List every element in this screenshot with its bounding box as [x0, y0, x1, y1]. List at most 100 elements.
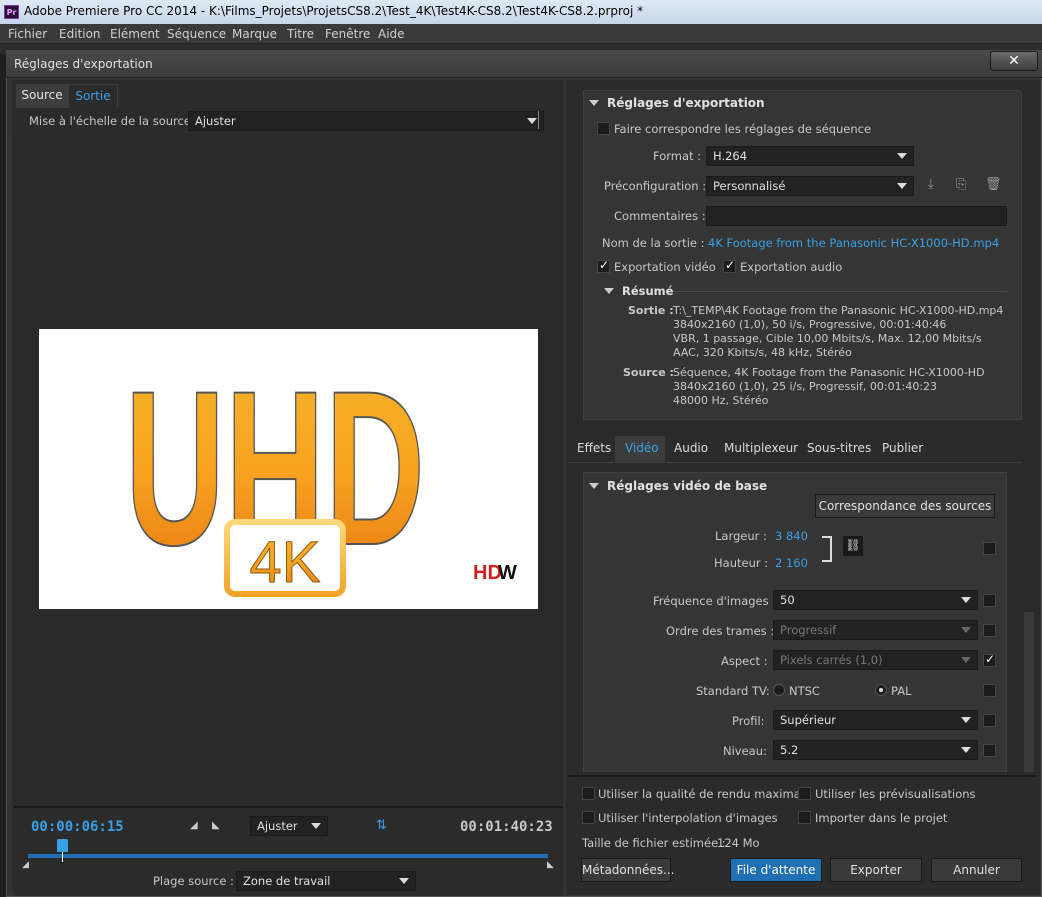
aspect-override-checkbox[interactable]	[983, 652, 996, 667]
export-audio-checkbox[interactable]	[723, 258, 736, 273]
comments-label: Commentaires :	[614, 209, 706, 223]
playhead-handle[interactable]	[57, 839, 68, 852]
menu-aide[interactable]: Aide	[378, 27, 405, 41]
menu-marque[interactable]: Marque	[232, 27, 277, 41]
divider	[538, 111, 539, 129]
export-settings-header[interactable]: Réglages d'exportation	[589, 96, 765, 110]
collapse-triangle-icon	[589, 100, 599, 106]
hdw-logo-black: W	[498, 562, 517, 584]
import-project-label: Importer dans le projet	[815, 811, 948, 825]
height-label: Hauteur :	[714, 556, 769, 570]
menu-fichier[interactable]: Fichier	[8, 27, 47, 41]
profile-dropdown[interactable]: Supérieur	[773, 710, 978, 730]
tab-audio[interactable]: Audio	[674, 441, 708, 455]
timeline-track[interactable]	[28, 854, 548, 858]
summary-sortie-line: AAC, 320 Kbits/s, 48 kHz, Stéréo	[673, 346, 852, 359]
format-dropdown[interactable]: H.264	[706, 146, 914, 166]
mark-in-icon[interactable]: ◢	[190, 820, 198, 831]
field-order-label: Ordre des trames :	[666, 624, 775, 638]
tab-video[interactable]: Vidéo	[625, 441, 659, 455]
tab-sous-titres[interactable]: Sous-titres	[807, 441, 871, 455]
summary-header[interactable]: Résumé	[604, 284, 673, 298]
dialog-title: Réglages d'exportation	[14, 57, 153, 71]
level-value: 5.2	[780, 743, 799, 757]
timeline-fit-dropdown[interactable]: Ajuster	[250, 816, 328, 836]
level-dropdown[interactable]: 5.2	[773, 740, 978, 760]
aspect-correction-icon[interactable]: ⇅	[376, 818, 387, 833]
tab-publier[interactable]: Publier	[882, 441, 923, 455]
import-preset-icon[interactable]: ⎘	[956, 177, 966, 192]
chain-link-icon[interactable]: ⛓	[843, 536, 863, 556]
menu-fenetre[interactable]: Fenêtre	[325, 27, 370, 41]
current-timecode[interactable]: 00:00:06:15	[31, 819, 124, 835]
match-sequence-checkbox[interactable]	[597, 122, 610, 135]
level-override-checkbox[interactable]	[983, 744, 996, 757]
mark-out-icon[interactable]: ◣	[212, 820, 220, 831]
menu-element[interactable]: Elément	[110, 27, 160, 41]
profile-override-checkbox[interactable]	[983, 714, 996, 727]
summary-sortie-line: 3840x2160 (1,0), 50 i/s, Progressive, 00…	[673, 318, 947, 331]
tab-source[interactable]: Source	[16, 84, 68, 108]
frame-interp-checkbox[interactable]	[582, 811, 595, 824]
menu-edition[interactable]: Edition	[59, 27, 101, 41]
close-button[interactable]: ✕	[990, 51, 1038, 71]
width-value[interactable]: 3 840	[775, 529, 808, 543]
scrollbar-thumb[interactable]	[1024, 612, 1034, 772]
menu-sequence[interactable]: Séquence	[167, 27, 226, 41]
format-value: H.264	[713, 149, 748, 163]
export-video-checkbox[interactable]	[597, 258, 610, 273]
source-range-value: Zone de travail	[243, 874, 331, 888]
collapse-triangle-icon	[604, 288, 614, 294]
tabs-divider	[569, 462, 1022, 463]
menu-bar: Fichier Edition Elément Séquence Marque …	[0, 24, 1042, 44]
tv-standard-override-checkbox[interactable]	[983, 684, 996, 697]
summary-source-line: 48000 Hz, Stéréo	[673, 394, 769, 407]
settings-scrollbar[interactable]	[1022, 462, 1036, 774]
tv-standard-label: Standard TV:	[696, 684, 770, 698]
import-project-checkbox[interactable]	[798, 811, 811, 824]
dimensions-override-checkbox[interactable]	[983, 542, 996, 555]
cancel-button[interactable]: Annuler	[931, 858, 1022, 882]
output-name-link[interactable]: 4K Footage from the Panasonic HC-X1000-H…	[708, 236, 999, 250]
height-value[interactable]: 2 160	[775, 556, 808, 570]
timeline-fit-value: Ajuster	[257, 819, 298, 833]
pal-radio[interactable]	[875, 684, 887, 696]
out-point-icon[interactable]: ◣	[547, 860, 554, 870]
preset-dropdown[interactable]: Personnalisé	[706, 176, 914, 196]
pal-label: PAL	[891, 684, 912, 698]
fps-override-checkbox[interactable]	[983, 594, 996, 607]
menu-titre[interactable]: Titre	[287, 27, 314, 41]
link-bracket	[822, 536, 832, 562]
max-render-checkbox[interactable]	[582, 787, 595, 800]
basic-video-title: Réglages vidéo de base	[607, 479, 768, 493]
field-order-dropdown[interactable]: Progressif	[773, 620, 978, 640]
window-titlebar: Pr Adobe Premiere Pro CC 2014 - K:\Films…	[0, 0, 1042, 24]
fps-value: 50	[780, 593, 795, 607]
scale-dropdown[interactable]: Ajuster	[188, 111, 544, 131]
export-video-label: Exportation vidéo	[614, 260, 716, 274]
tab-sortie[interactable]: Sortie	[68, 84, 118, 108]
ntsc-radio[interactable]	[773, 684, 785, 696]
tab-multiplexeur[interactable]: Multiplexeur	[724, 441, 798, 455]
match-sequence-label: Faire correspondre les réglages de séque…	[614, 122, 872, 136]
premiere-app-icon: Pr	[4, 5, 19, 19]
field-order-override-checkbox[interactable]	[983, 624, 996, 637]
profile-value: Supérieur	[780, 713, 836, 727]
queue-button[interactable]: File d'attente	[730, 858, 822, 882]
use-previews-checkbox[interactable]	[798, 787, 811, 800]
source-range-dropdown[interactable]: Zone de travail	[236, 871, 416, 891]
comments-input[interactable]	[706, 206, 1007, 226]
use-previews-label: Utiliser les prévisualisations	[815, 787, 976, 801]
metadata-button[interactable]: Métadonnées...	[581, 858, 674, 882]
match-source-button[interactable]: Correspondance des sources	[815, 494, 995, 518]
tab-effets[interactable]: Effets	[577, 441, 611, 455]
in-point-icon[interactable]: ◢	[22, 860, 29, 870]
summary-source-line: 3840x2160 (1,0), 25 i/s, Progressif, 00:…	[673, 380, 938, 393]
export-button[interactable]: Exporter	[830, 858, 922, 882]
preset-label: Préconfiguration :	[604, 179, 707, 193]
aspect-dropdown[interactable]: Pixels carrés (1,0)	[773, 650, 978, 670]
delete-preset-icon[interactable]: 🗑	[985, 177, 1002, 192]
fps-dropdown[interactable]: 50	[773, 590, 978, 610]
basic-video-header[interactable]: Réglages vidéo de base	[589, 479, 767, 493]
save-preset-icon[interactable]: ⤓	[928, 177, 934, 192]
